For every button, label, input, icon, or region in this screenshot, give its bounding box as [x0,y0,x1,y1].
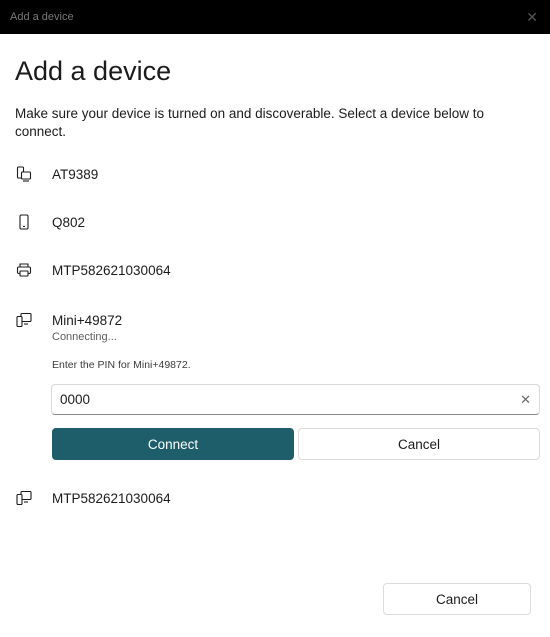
display-device-icon [15,489,33,507]
phone-icon [15,213,33,231]
printer-icon [15,261,33,279]
display-device-icon [15,311,33,329]
multi-device-icon [15,165,33,183]
clear-icon[interactable]: ✕ [520,392,531,408]
device-name: AT9389 [52,166,99,182]
window-title: Add a device [10,11,74,23]
pin-prompt: Enter the PIN for Mini+49872. [52,359,191,371]
device-item-at9389[interactable]: AT9389 [15,162,98,186]
close-icon[interactable]: ✕ [526,9,538,26]
device-item-mtp-display[interactable]: MTP582621030064 [15,486,171,510]
device-item-mtp-printer[interactable]: MTP582621030064 [15,258,171,282]
device-name: MTP582621030064 [52,262,171,278]
connection-status: Connecting... [52,331,117,343]
device-name: Q802 [52,214,86,230]
title-bar: Add a device ✕ [0,0,550,34]
device-name: MTP582621030064 [52,490,171,506]
cancel-button[interactable]: Cancel [383,583,531,615]
cancel-pin-button[interactable]: Cancel [298,428,540,460]
connect-button[interactable]: Connect [52,428,294,460]
page-title: Add a device [15,56,172,86]
device-name: Mini+49872 [52,312,123,328]
pin-field[interactable]: ✕ [51,384,540,415]
device-item-mini-49872[interactable]: Mini+49872 [15,308,122,332]
device-item-q802[interactable]: Q802 [15,210,85,234]
instructions-text: Make sure your device is turned on and d… [15,106,485,139]
pin-input[interactable] [60,392,521,407]
